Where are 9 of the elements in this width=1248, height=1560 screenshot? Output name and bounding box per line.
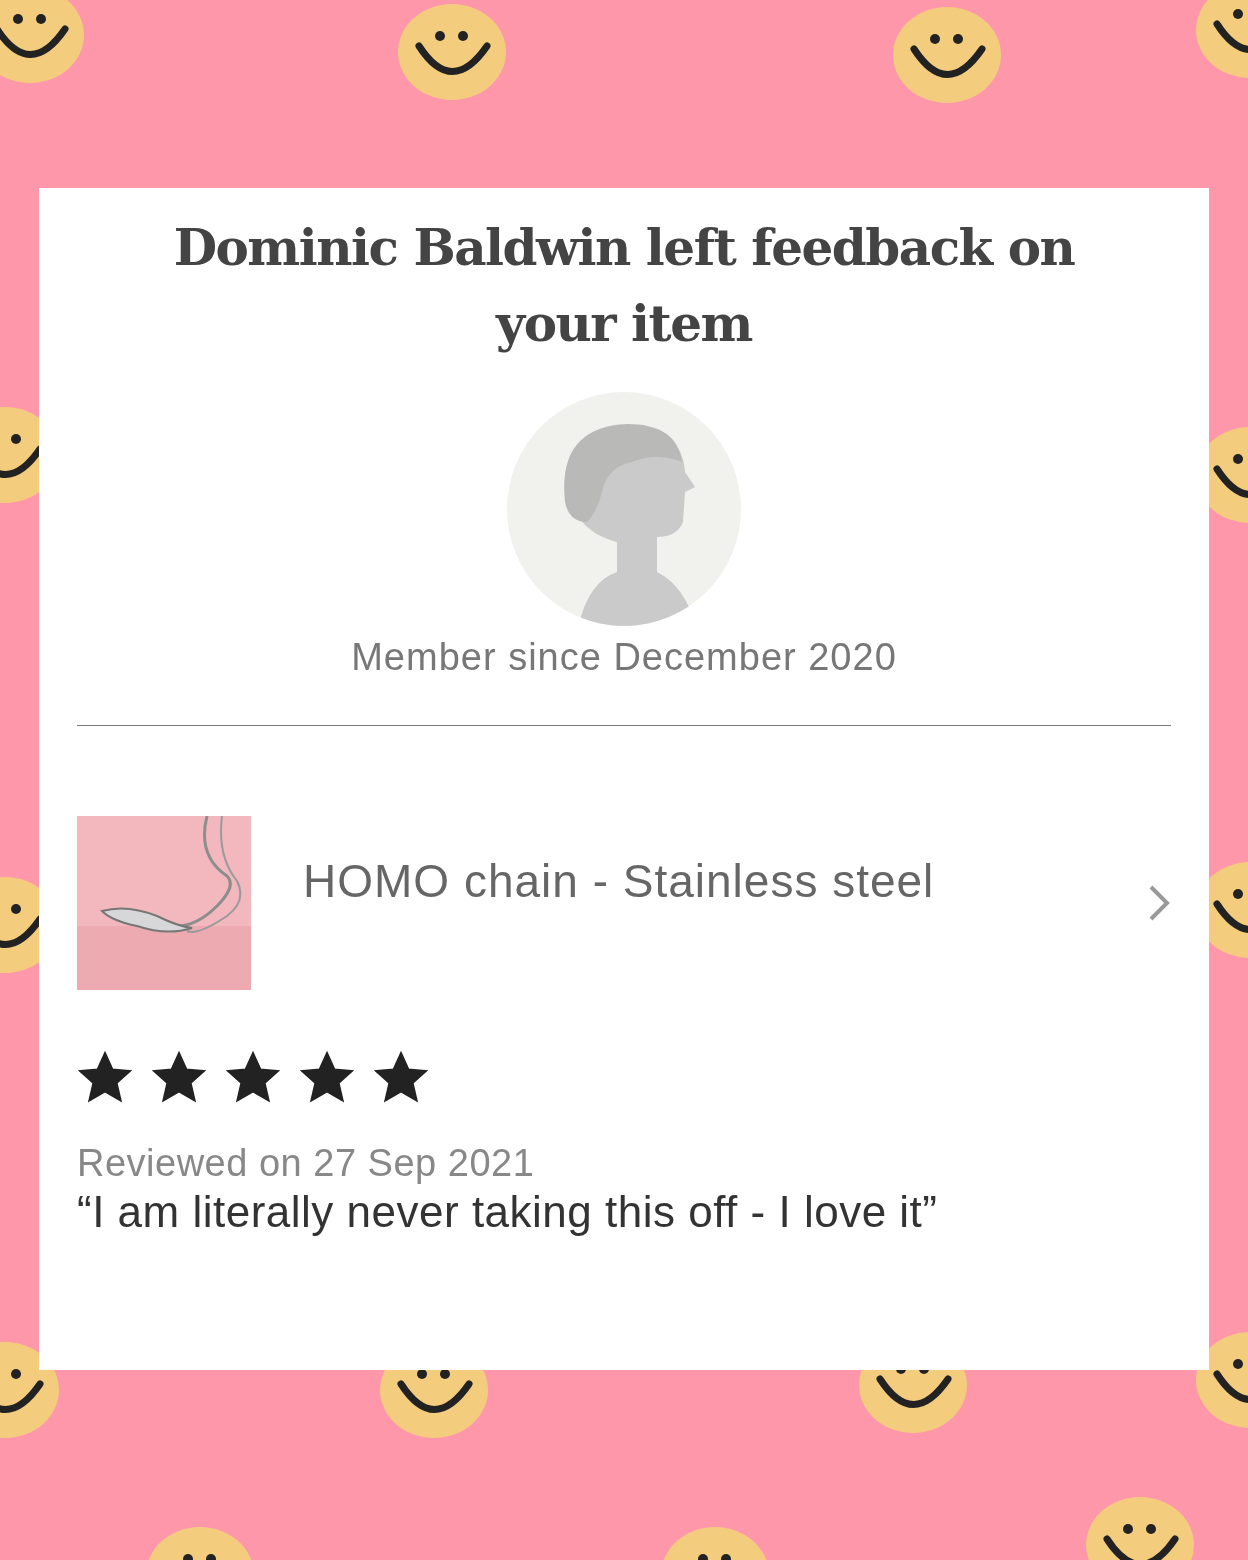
review-comment: “I am literally never taking this off - I love it” [77,1187,939,1237]
item-name[interactable]: HOMO chain - Stainless steel [303,854,1147,908]
chevron-right-icon[interactable] [1147,884,1171,922]
member-since: Member since December 2020 [350,636,898,679]
feedback-title: Dominic Baldwin left feedback on your item [172,217,1076,355]
avatar-silhouette-icon [507,392,741,626]
smiley-icon [397,2,507,102]
review-date: Reviewed on 27 Sep 2021 [77,1142,536,1185]
smiley-icon [892,5,1002,105]
